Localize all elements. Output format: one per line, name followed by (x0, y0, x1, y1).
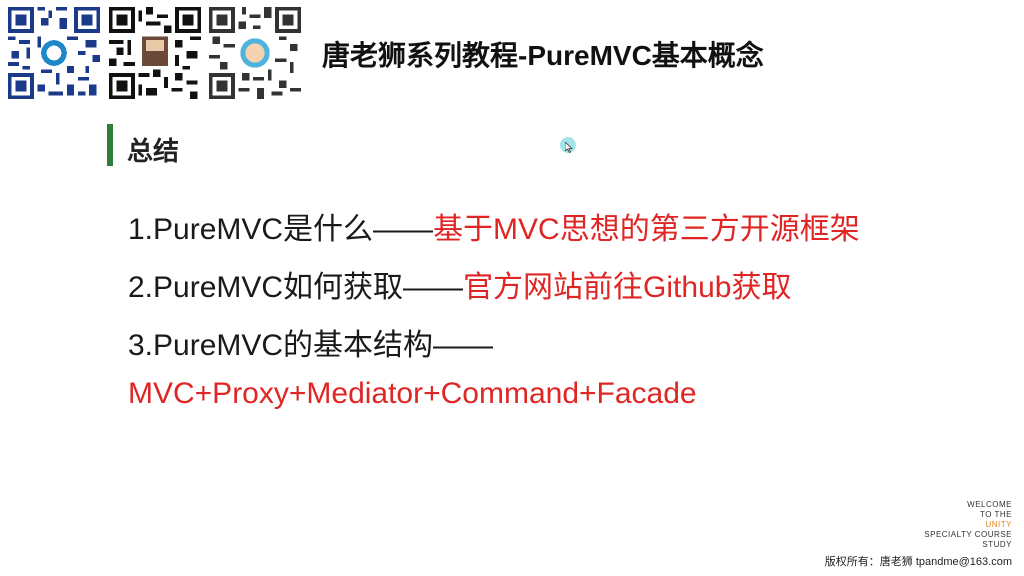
qr-code-icon (8, 7, 100, 99)
summary-line-3: 3.PureMVC的基本结构—— (128, 320, 493, 364)
summary-line-1: 1.PureMVC是什么——基于MVC思想的第三方开源框架 (128, 204, 860, 248)
summary-structure-answer: MVC+Proxy+Mediator+Command+Facade (128, 377, 697, 410)
brand-line: SPECIALTY COURSE (924, 530, 1012, 539)
qr-code-icon (209, 7, 301, 99)
brand-line: UNITY (985, 520, 1012, 529)
qr-code-icon (109, 7, 201, 99)
summary-question: 1.PureMVC是什么—— (128, 213, 434, 246)
summary-answer: 基于MVC思想的第三方开源框架 (433, 213, 860, 246)
section-accent-bar (107, 124, 113, 166)
brand-line: TO THE (979, 510, 1012, 519)
summary-question: 2.PureMVC如何获取—— (128, 271, 464, 304)
section-heading: 总结 (127, 136, 180, 166)
summary-answer: 官方网站前往Github获取 (463, 271, 792, 304)
brand-logo: WELCOME TO THE UNITY SPECIALTY COURSE ST… (924, 500, 1012, 550)
summary-question: 3.PureMVC的基本结构—— (128, 329, 494, 362)
brand-line: STUDY (982, 540, 1012, 549)
summary-line-2: 2.PureMVC如何获取——官方网站前往Github获取 (128, 262, 791, 306)
copyright-text: 版权所有：唐老狮 tpandme@163.com (824, 556, 1012, 568)
brand-line: WELCOME (967, 500, 1012, 509)
slide-title: 唐老狮系列教程-PureMVC基本概念 (322, 40, 764, 71)
cursor-icon (560, 137, 576, 153)
